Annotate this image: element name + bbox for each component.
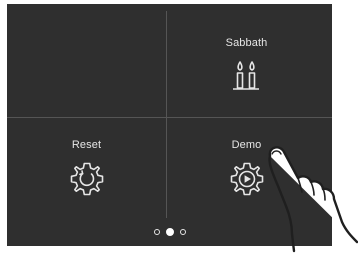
tile-sabbath[interactable]: Sabbath bbox=[167, 4, 326, 110]
page-dot-1[interactable] bbox=[153, 229, 160, 235]
tile-reset[interactable]: Reset bbox=[7, 118, 166, 224]
page-dot-3[interactable] bbox=[179, 229, 186, 235]
sabbath-label: Sabbath bbox=[225, 37, 268, 49]
page-dot-2-active[interactable] bbox=[165, 228, 174, 236]
candles-icon bbox=[232, 61, 259, 90]
pointing-hand-icon bbox=[268, 146, 358, 253]
tile-empty bbox=[7, 4, 166, 110]
reset-label: Reset bbox=[71, 139, 102, 151]
gear-reset-icon bbox=[70, 162, 103, 196]
gear-play-icon bbox=[230, 162, 263, 196]
